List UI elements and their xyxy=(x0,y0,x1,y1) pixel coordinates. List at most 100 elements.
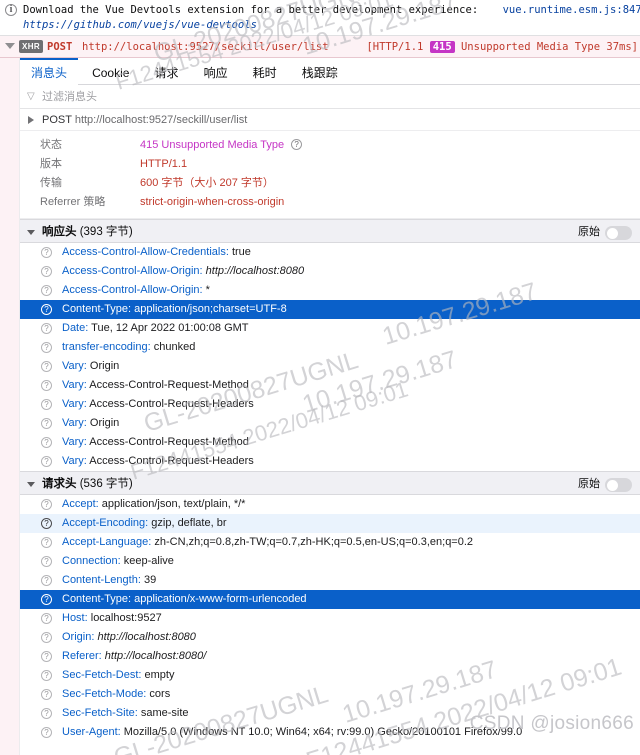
header-row[interactable]: ? Vary: Origin xyxy=(20,414,640,433)
header-value: gzip, deflate, br xyxy=(148,517,227,529)
header-row[interactable]: ? Accept: application/json, text/plain, *… xyxy=(20,495,640,514)
header-help-icon[interactable]: ? xyxy=(41,537,52,548)
header-help-icon[interactable]: ? xyxy=(41,418,52,429)
header-help-icon[interactable]: ? xyxy=(41,285,52,296)
help-icon[interactable]: ? xyxy=(291,139,303,150)
raw-toggle-switch[interactable] xyxy=(605,226,632,240)
header-help-icon[interactable]: ? xyxy=(41,518,52,529)
header-help-icon[interactable]: ? xyxy=(41,380,52,391)
tab-response[interactable]: 响应 xyxy=(193,58,239,85)
header-row[interactable]: ? Content-Type: application/json;charset=… xyxy=(20,300,640,319)
header-help-icon[interactable]: ? xyxy=(41,342,52,353)
header-row[interactable]: ? transfer-encoding: chunked xyxy=(20,338,640,357)
header-row[interactable]: ? Access-Control-Allow-Credentials: true xyxy=(20,243,640,262)
summary-method: POST xyxy=(42,114,72,126)
header-help-icon[interactable]: ? xyxy=(41,708,52,719)
header-row[interactable]: ? Referer: http://localhost:8080/ xyxy=(20,647,640,666)
tab-stacktrace[interactable]: 栈跟踪 xyxy=(291,58,349,85)
header-help-icon[interactable]: ? xyxy=(41,613,52,624)
header-help-icon[interactable]: ? xyxy=(41,437,52,448)
filter-bar[interactable]: ▽ 过滤消息头 xyxy=(20,85,640,109)
header-row[interactable]: ? Vary: Access-Control-Request-Headers xyxy=(20,452,640,471)
header-row[interactable]: ? Vary: Access-Control-Request-Headers xyxy=(20,395,640,414)
chevron-down-icon[interactable] xyxy=(27,482,35,487)
header-value: 39 xyxy=(140,574,157,586)
request-summary-line[interactable]: POST http://localhost:9527/seckill/user/… xyxy=(20,109,640,131)
section-title: 响应头 xyxy=(42,226,77,238)
header-value: keep-alive xyxy=(120,555,174,567)
header-name: Vary: xyxy=(62,417,87,429)
request-time: 37ms] xyxy=(606,41,638,53)
header-name: Sec-Fetch-Site: xyxy=(62,707,138,719)
response-headers-section-header[interactable]: 响应头 (393 字节) 原始 xyxy=(20,219,640,243)
header-name: Content-Length: xyxy=(62,574,141,586)
details-panel: 消息头 Cookie 请求 响应 耗时 栈跟踪 ▽ 过滤消息头 POST htt… xyxy=(20,58,640,755)
header-row[interactable]: ? Connection: keep-alive xyxy=(20,552,640,571)
header-value: zh-CN,zh;q=0.8,zh-TW;q=0.7,zh-HK;q=0.5,e… xyxy=(151,536,474,548)
section-size: (393 字节) xyxy=(79,226,133,238)
header-value: application/json;charset=UTF-8 xyxy=(131,303,287,315)
section-title: 请求头 xyxy=(42,478,77,490)
summary-key: Referrer 策略 xyxy=(40,196,106,208)
header-help-icon[interactable]: ? xyxy=(41,727,52,738)
header-row[interactable]: ? Vary: Origin xyxy=(20,357,640,376)
chevron-down-icon[interactable] xyxy=(5,43,15,49)
header-row[interactable]: ? Sec-Fetch-Site: same-site xyxy=(20,704,640,723)
header-row[interactable]: ? Access-Control-Allow-Origin: http://loc… xyxy=(20,262,640,281)
header-help-icon[interactable]: ? xyxy=(41,399,52,410)
tab-request[interactable]: 请求 xyxy=(144,58,190,85)
header-help-icon[interactable]: ? xyxy=(41,323,52,334)
header-row[interactable]: ? Content-Type: application/x-www-form-ur… xyxy=(20,590,640,609)
header-help-icon[interactable]: ? xyxy=(41,361,52,372)
header-row[interactable]: ? Origin: http://localhost:8080 xyxy=(20,628,640,647)
header-help-icon[interactable]: ? xyxy=(41,304,52,315)
filter-input-placeholder[interactable]: 过滤消息头 xyxy=(42,85,97,109)
header-help-icon[interactable]: ? xyxy=(41,575,52,586)
tab-timings[interactable]: 耗时 xyxy=(242,58,288,85)
header-help-icon[interactable]: ? xyxy=(41,266,52,277)
header-help-icon[interactable]: ? xyxy=(41,651,52,662)
header-row[interactable]: ? Vary: Access-Control-Request-Method xyxy=(20,376,640,395)
header-value: localhost:9527 xyxy=(87,612,162,624)
header-row[interactable]: ? Access-Control-Allow-Origin: * xyxy=(20,281,640,300)
header-help-icon[interactable]: ? xyxy=(41,594,52,605)
request-headers-section-header[interactable]: 请求头 (536 字节) 原始 xyxy=(20,471,640,495)
header-name: Vary: xyxy=(62,455,87,467)
header-row[interactable]: ? Date: Tue, 12 Apr 2022 01:00:08 GMT xyxy=(20,319,640,338)
header-row[interactable]: ? Host: localhost:9527 xyxy=(20,609,640,628)
chevron-down-icon[interactable] xyxy=(27,230,35,235)
console-message-row: i Download the Vue Devtools extension fo… xyxy=(0,0,640,36)
header-value: Access-Control-Request-Method xyxy=(86,436,249,448)
header-row[interactable]: ? Accept-Language: zh-CN,zh;q=0.8,zh-TW;q… xyxy=(20,533,640,552)
header-help-icon[interactable]: ? xyxy=(41,689,52,700)
raw-toggle-group[interactable]: 原始 xyxy=(578,472,632,496)
header-row[interactable]: ? Sec-Fetch-Mode: cors xyxy=(20,685,640,704)
raw-toggle-group[interactable]: 原始 xyxy=(578,220,632,244)
header-value: http://localhost:8080 xyxy=(202,265,305,277)
header-help-icon[interactable]: ? xyxy=(41,247,52,258)
header-help-icon[interactable]: ? xyxy=(41,670,52,681)
raw-toggle-switch[interactable] xyxy=(605,478,632,492)
section-size: (536 字节) xyxy=(79,478,133,490)
summary-row-referrer-policy: Referrer 策略 strict-origin-when-cross-orig… xyxy=(20,193,640,212)
header-name: Accept-Encoding: xyxy=(62,517,149,529)
header-help-icon[interactable]: ? xyxy=(41,456,52,467)
header-row[interactable]: ? User-Agent: Mozilla/5.0 (Windows NT 10.… xyxy=(20,723,640,742)
chevron-right-icon[interactable] xyxy=(28,116,34,124)
summary-key: 传输 xyxy=(40,177,62,189)
header-help-icon[interactable]: ? xyxy=(41,556,52,567)
header-help-icon[interactable]: ? xyxy=(41,499,52,510)
header-name: Vary: xyxy=(62,379,87,391)
header-row[interactable]: ? Content-Length: 39 xyxy=(20,571,640,590)
header-name: Referer: xyxy=(62,650,102,662)
console-source-link[interactable]: vue.runtime.esm.js:8473 xyxy=(503,3,640,18)
header-value: application/x-www-form-urlencoded xyxy=(131,593,307,605)
tab-headers[interactable]: 消息头 xyxy=(20,58,79,85)
tab-cookie[interactable]: Cookie xyxy=(81,58,140,85)
network-request-row[interactable]: XHR POST http://localhost:9527/seckill/u… xyxy=(0,36,640,58)
header-row[interactable]: ? Vary: Access-Control-Request-Method xyxy=(20,433,640,452)
header-row[interactable]: ? Accept-Encoding: gzip, deflate, br xyxy=(20,514,640,533)
header-row[interactable]: ? Sec-Fetch-Dest: empty xyxy=(20,666,640,685)
console-message-link[interactable]: https://github.com/vuejs/vue-devtools xyxy=(23,18,634,33)
header-help-icon[interactable]: ? xyxy=(41,632,52,643)
